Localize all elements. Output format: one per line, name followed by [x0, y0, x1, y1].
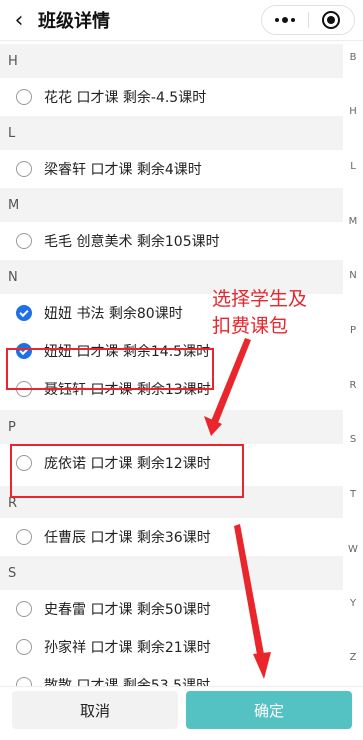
- annotation-arrow-head: [253, 652, 271, 679]
- annotation-arrows: [204, 338, 271, 679]
- annotation-arrow: [234, 524, 266, 666]
- annotation-arrow: [209, 338, 251, 428]
